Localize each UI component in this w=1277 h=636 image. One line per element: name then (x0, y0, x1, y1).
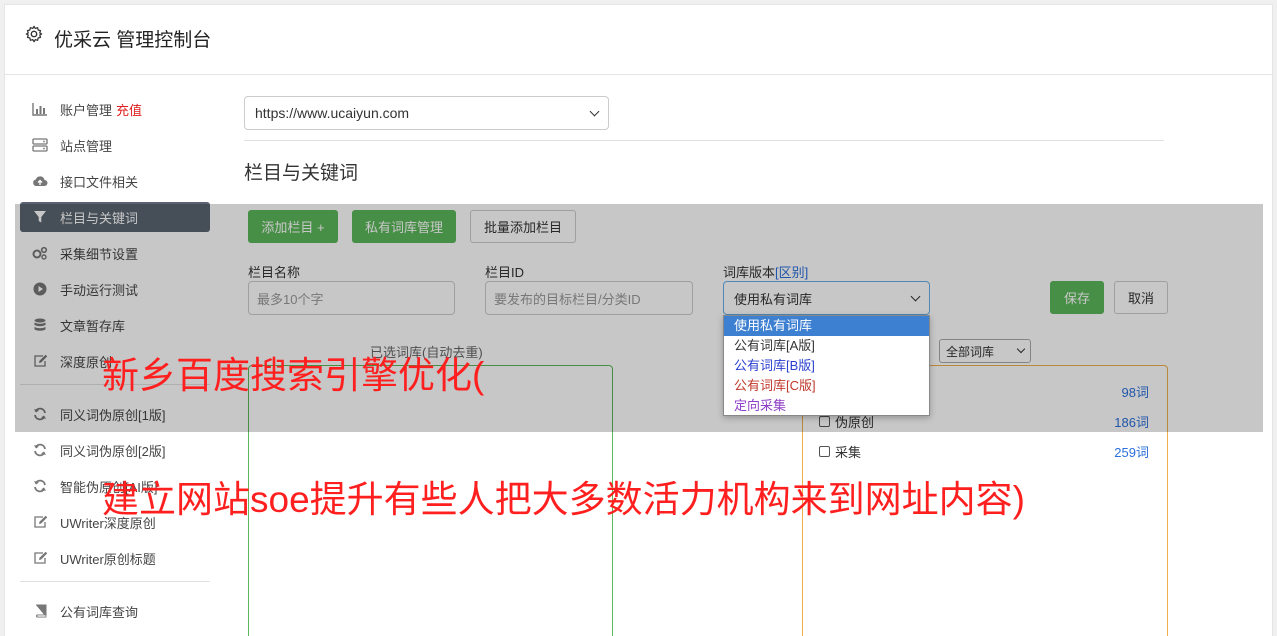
sidebar-item-interface[interactable]: 接口文件相关 (20, 166, 210, 196)
lib-count: 259词 (1114, 444, 1149, 460)
chevron-down-icon (589, 106, 600, 116)
dropdown-option-public-c[interactable]: 公有词库[C版] (724, 376, 929, 396)
watermark-line-2: 建立网站soe提升有些人把大多数活力机构来到网址内容) (102, 479, 1025, 520)
sidebar-item-label: 同义词伪原创[2版] (60, 443, 166, 459)
refresh-icon (32, 442, 48, 458)
sidebar-item-uwriter-title[interactable]: UWriter原创标题 (20, 543, 210, 573)
sidebar-item-synonym-v2[interactable]: 同义词伪原创[2版] (20, 435, 210, 465)
recharge-link[interactable]: 充值 (116, 100, 142, 119)
sidebar-item-label: 公有词库查询 (60, 604, 139, 620)
edit-icon (32, 514, 48, 530)
sidebar-item-label: 账户管理 (60, 102, 113, 118)
sidebar-item-label: 站点管理 (60, 138, 113, 154)
refresh-icon (32, 478, 48, 494)
sidebar-item-label: 接口文件相关 (60, 174, 139, 190)
version-dropdown-list[interactable]: 使用私有词库 公有词库[A版] 公有词库[B版] 公有词库[C版] 定向采集 (723, 315, 930, 416)
gear-icon (25, 25, 43, 43)
dropdown-option-public-a[interactable]: 公有词库[A版] (724, 336, 929, 356)
dropdown-option-private[interactable]: 使用私有词库 (724, 316, 929, 336)
sidebar-item-public-lib[interactable]: 公有词库查询 (20, 596, 210, 626)
lib-label: 采集 (835, 444, 862, 460)
section-title: 栏目与关键词 (244, 163, 359, 184)
book-icon (32, 603, 48, 619)
site-select-value: https://www.ucaiyun.com (255, 105, 410, 121)
bar-chart-icon (32, 101, 48, 117)
sidebar-divider (20, 581, 210, 582)
header: 优采云 管理控制台 (5, 5, 1272, 75)
divider (244, 140, 1164, 141)
checkbox[interactable] (819, 445, 830, 457)
sidebar-item-account[interactable]: 账户管理 充值 (20, 94, 210, 124)
server-icon (32, 137, 48, 153)
app-title: 优采云 管理控制台 (54, 30, 212, 51)
list-item[interactable]: 采集 259词 (819, 441, 1149, 461)
cloud-upload-icon (32, 173, 48, 189)
edit-icon (32, 550, 48, 566)
dropdown-option-targeted[interactable]: 定向采集 (724, 396, 929, 416)
sidebar-item-sites[interactable]: 站点管理 (20, 130, 210, 160)
sidebar-item-label: UWriter原创标题 (60, 551, 156, 567)
dropdown-option-public-b[interactable]: 公有词库[B版] (724, 356, 929, 376)
site-select[interactable]: https://www.ucaiyun.com (244, 96, 609, 130)
watermark-line-1: 新乡百度搜索引擎优化( (102, 355, 485, 396)
